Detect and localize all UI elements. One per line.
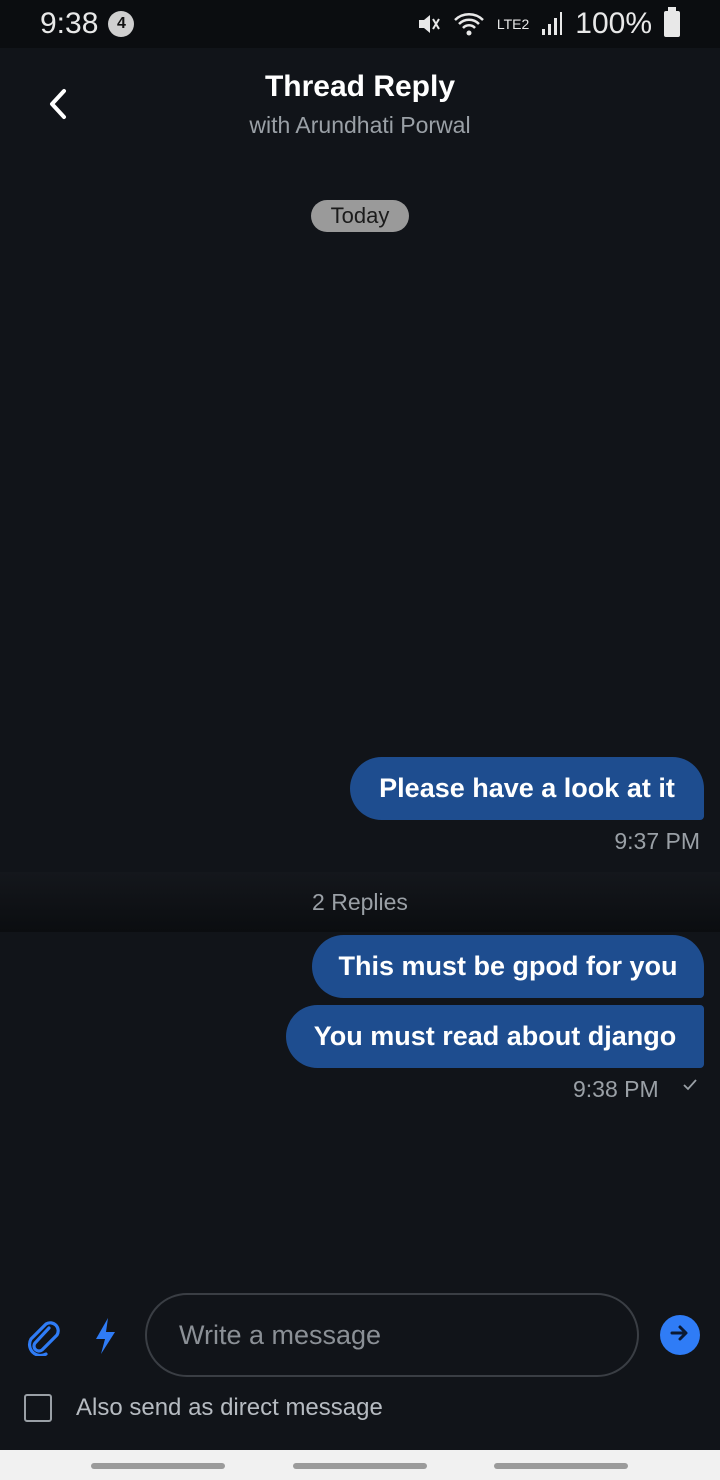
attach-button[interactable] (22, 1316, 60, 1358)
mute-icon (415, 11, 441, 37)
page-subtitle: with Arundhati Porwal (249, 112, 471, 138)
page-title: Thread Reply (264, 70, 456, 103)
wifi-icon (453, 11, 485, 37)
parent-message-bubble[interactable]: Please have a look at it (350, 757, 704, 820)
system-nav-bar (0, 1450, 720, 1480)
direct-message-option: Also send as direct message (24, 1394, 383, 1422)
battery-percent: 100% (575, 7, 652, 40)
paperclip-icon (22, 1321, 60, 1360)
shortcuts-button[interactable] (92, 1316, 118, 1356)
direct-message-label: Also send as direct message (76, 1394, 383, 1421)
arrow-right-icon (670, 1324, 690, 1347)
status-right: LTE2 100% (415, 7, 680, 41)
battery-icon (664, 7, 680, 37)
notification-badge: 4 (108, 11, 135, 37)
header: Thread Reply with Arundhati Porwal (0, 48, 720, 160)
message-input[interactable] (145, 1293, 639, 1377)
status-time: 9:38 (40, 7, 99, 40)
reply-message-bubble[interactable]: You must read about django (286, 1005, 704, 1068)
replies-count-label: 2 Replies (312, 888, 408, 915)
replies-divider: 2 Replies (0, 872, 720, 932)
network-label: LTE2 (496, 16, 530, 32)
date-divider: Today (311, 200, 409, 232)
nav-home-button[interactable] (293, 1463, 427, 1469)
reply-message-bubble[interactable]: This must be gpod for you (312, 935, 704, 998)
direct-message-checkbox[interactable] (24, 1394, 52, 1422)
message-composer (0, 1290, 720, 1380)
nav-recents-button[interactable] (91, 1463, 225, 1469)
lightning-icon (92, 1318, 118, 1360)
send-button[interactable] (660, 1315, 700, 1355)
parent-message-time: 9:37 PM (614, 828, 700, 854)
nav-back-button[interactable] (494, 1463, 628, 1469)
sent-check-icon (682, 1078, 698, 1097)
status-left: 9:38 4 (40, 7, 135, 41)
replies-time: 9:38 PM (573, 1076, 659, 1102)
status-bar: 9:38 4 LTE2 100% (0, 0, 720, 48)
signal-icon (541, 11, 563, 37)
